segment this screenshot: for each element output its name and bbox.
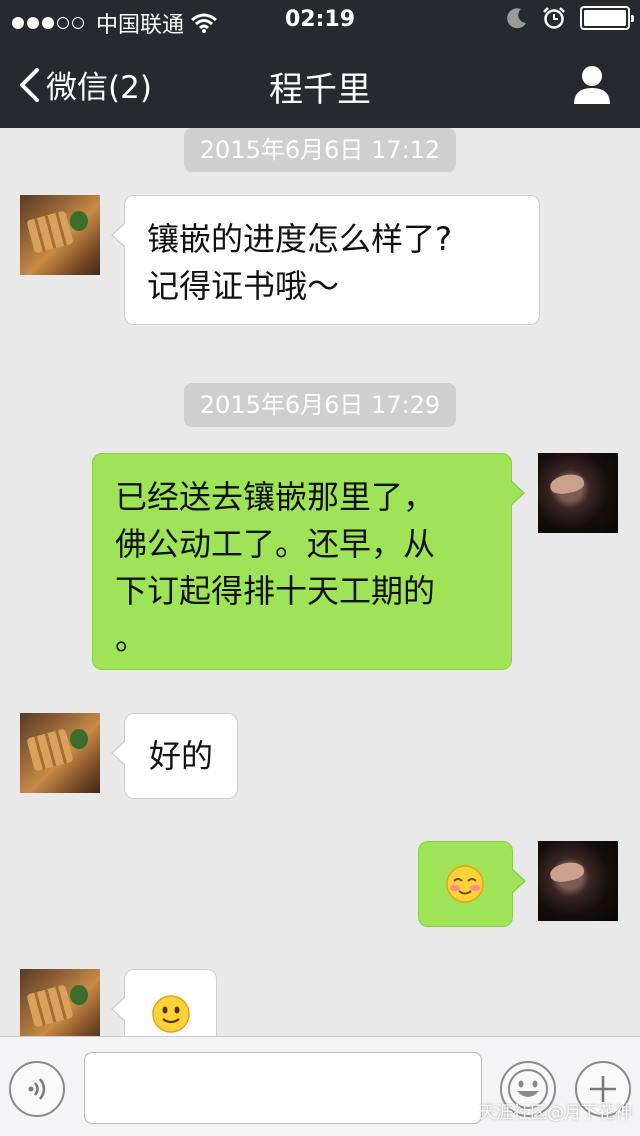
contact-profile-icon[interactable]: [572, 64, 612, 104]
moon-icon: [507, 8, 526, 29]
message-text: 镶嵌的进度怎么样了? 记得证书哦～: [147, 220, 452, 305]
chat-title: 程千里: [269, 70, 371, 110]
timestamp: 2015年6月6日 17:29: [184, 383, 456, 427]
chat-area[interactable]: 2015年6月6日 17:12 镶嵌的进度怎么样了? 记得证书哦～ 2015年6…: [0, 128, 640, 1036]
message-text: 已经送去镶嵌那里了， 佛公动工了。还早，从 下订起得排十天工期的 。: [115, 478, 436, 657]
nav-bar: 微信(2) 程千里: [0, 44, 640, 128]
alarm-clock-icon: [543, 7, 565, 29]
smile-emoji-icon: [152, 995, 190, 1033]
incoming-message-bubble[interactable]: 镶嵌的进度怎么样了? 记得证书哦～: [111, 195, 540, 325]
header: 中国联通 02:19 微信(2) 程千里: [0, 0, 640, 128]
watermark: 天涯社区@月下花神: [479, 1103, 632, 1123]
contact-avatar[interactable]: [20, 195, 100, 275]
incoming-message-bubble[interactable]: 好的: [111, 713, 238, 799]
contact-avatar[interactable]: [20, 713, 100, 793]
blush-emoji-icon: [446, 865, 484, 903]
message-input[interactable]: [84, 1052, 482, 1124]
message-text: 好的: [149, 737, 214, 775]
outgoing-message-bubble[interactable]: 已经送去镶嵌那里了， 佛公动工了。还早，从 下订起得排十天工期的 。: [92, 453, 525, 670]
my-avatar[interactable]: [538, 453, 618, 533]
timestamp: 2015年6月6日 17:12: [184, 128, 456, 172]
my-avatar[interactable]: [538, 841, 618, 921]
voice-input-button[interactable]: [9, 1061, 65, 1117]
battery-icon: [580, 6, 634, 30]
contact-avatar[interactable]: [20, 969, 100, 1036]
outgoing-message-bubble[interactable]: [418, 841, 526, 927]
incoming-message-bubble[interactable]: [111, 969, 217, 1036]
status-bar: 中国联通 02:19: [0, 0, 640, 40]
voice-icon: [28, 1078, 46, 1100]
